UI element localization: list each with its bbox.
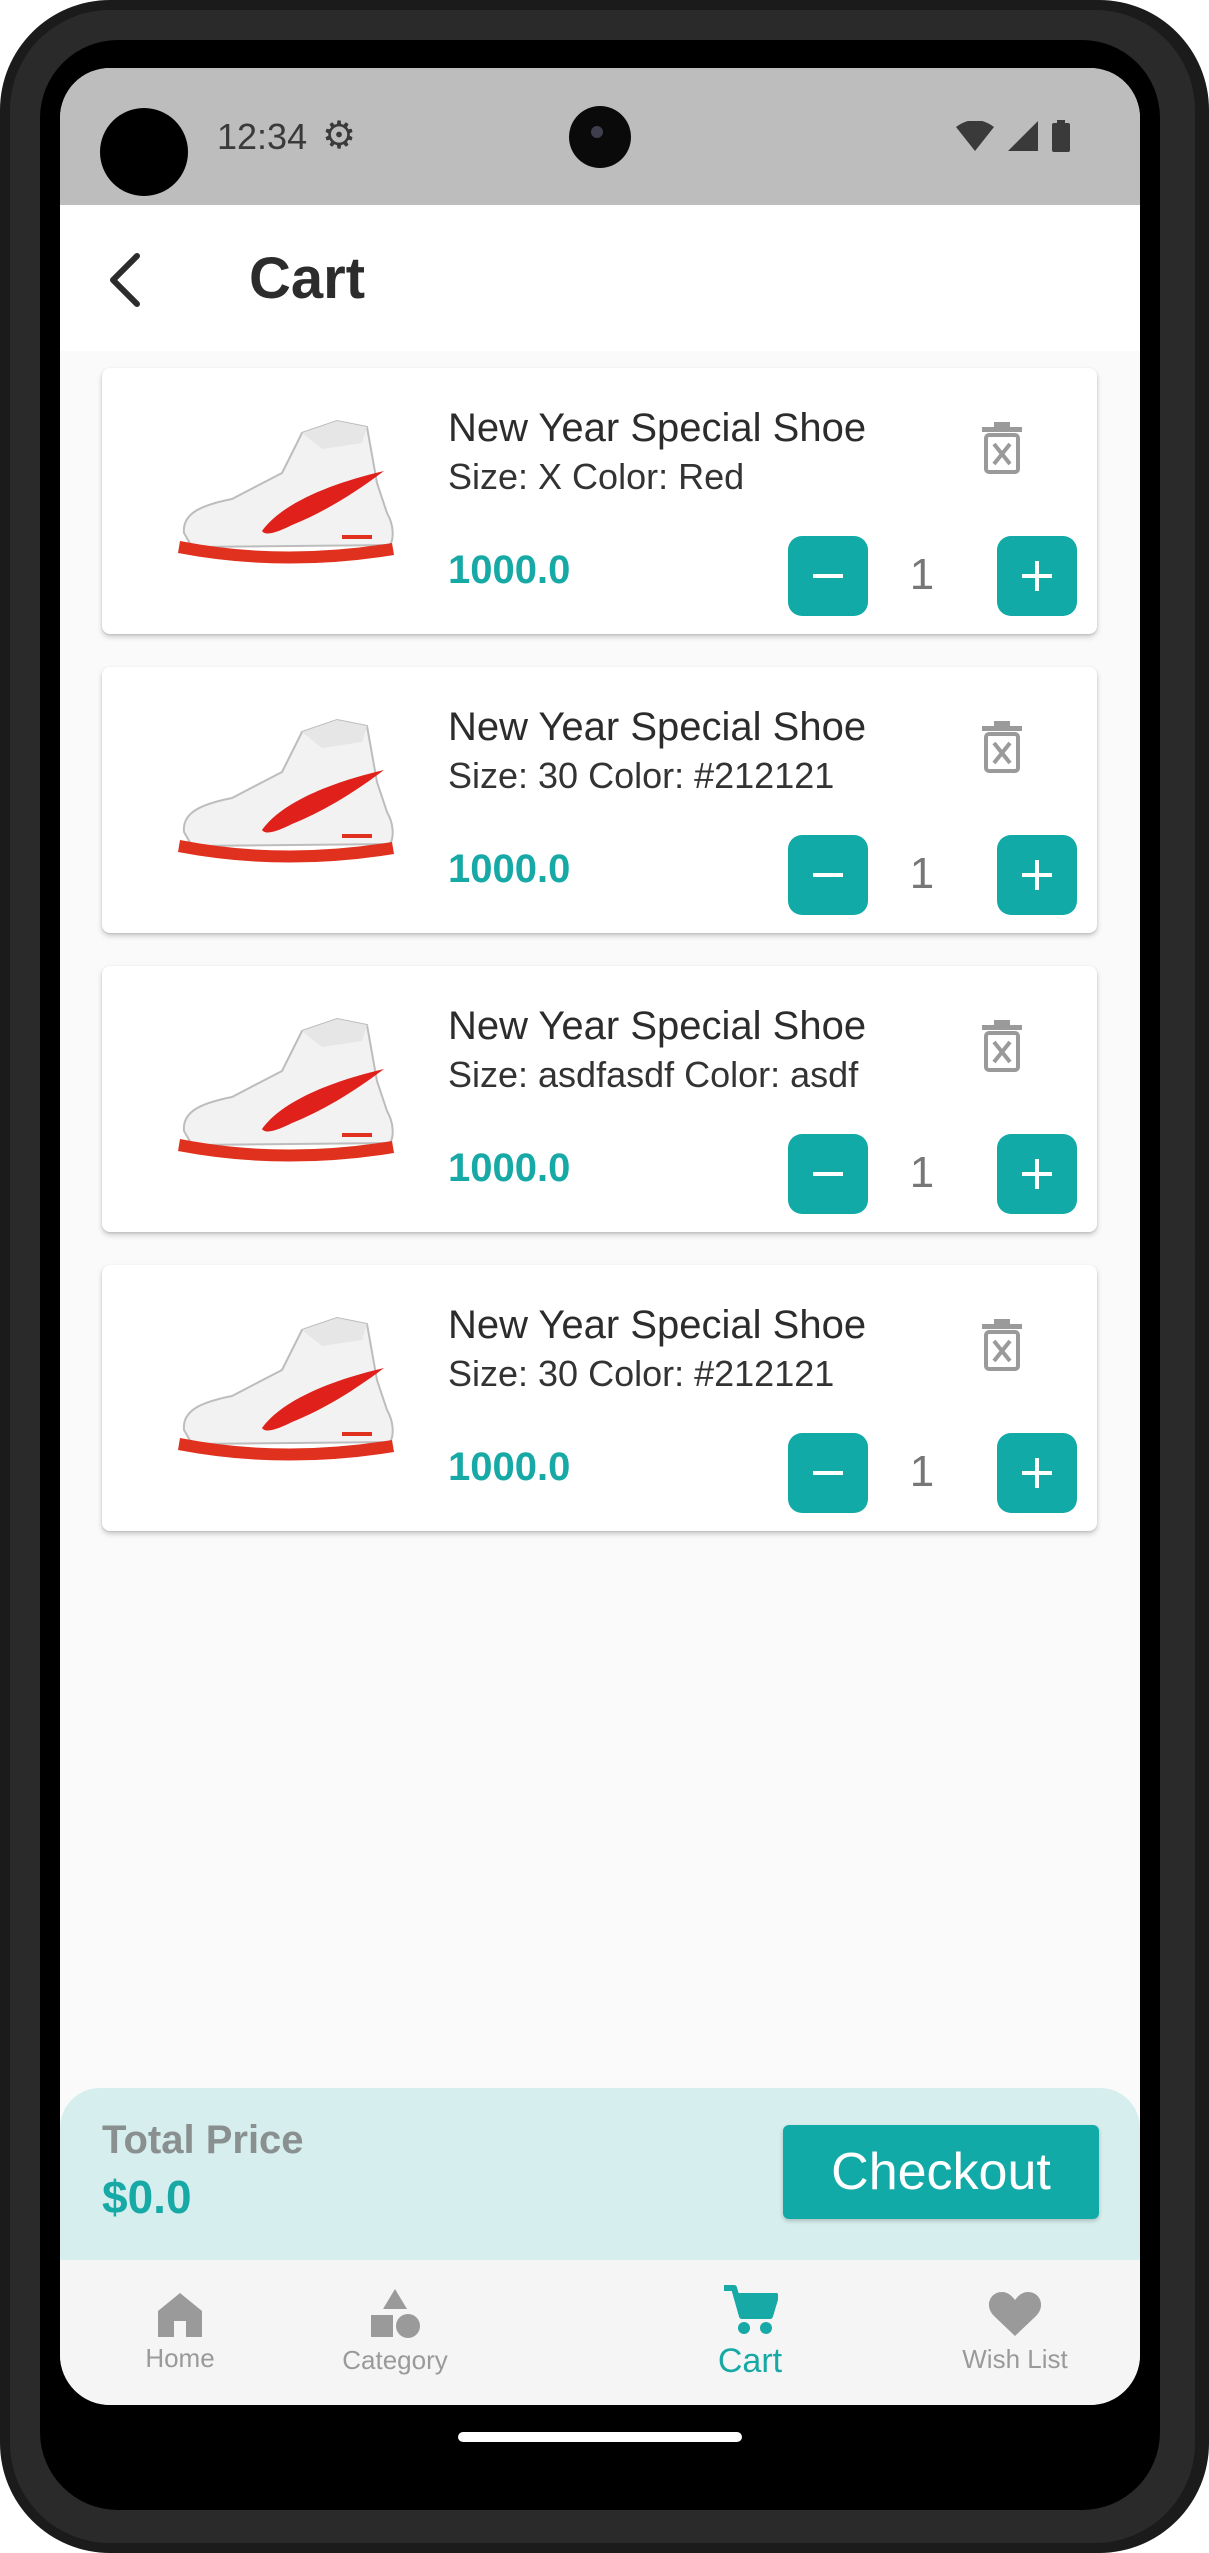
plus-icon: [1022, 1159, 1052, 1189]
delete-icon[interactable]: [980, 1020, 1024, 1072]
decrease-quantity-button[interactable]: [788, 1433, 868, 1513]
decrease-quantity-button[interactable]: [788, 835, 868, 915]
delete-icon[interactable]: [980, 1319, 1024, 1371]
checkout-button[interactable]: Checkout: [783, 2125, 1099, 2219]
shoe-product-image: [178, 419, 394, 564]
page-title: Cart: [249, 246, 366, 311]
minus-icon: [813, 1471, 843, 1475]
arrow-back-icon: [110, 253, 140, 307]
minus-icon: [813, 574, 843, 578]
bottom-nav: Home Category Cart Wish List: [60, 2260, 1140, 2405]
item-variant: Size: 30 Color: #212121: [448, 755, 835, 796]
item-variant: Size: 30 Color: #212121: [448, 1353, 835, 1394]
category-icon: [371, 2289, 420, 2338]
status-icons: [956, 120, 1070, 152]
cart-item-card[interactable]: New Year Special Shoe Size: X Color: Red…: [102, 368, 1097, 634]
item-name: New Year Special Shoe: [448, 705, 867, 749]
nav-category-label: Category: [342, 2345, 448, 2375]
back-button[interactable]: [90, 245, 160, 315]
item-price: 1000.0: [448, 1445, 571, 1489]
screen: 12:34 ⚙ Cart New Year Special Shoe Size:…: [60, 68, 1140, 2405]
minus-icon: [813, 1172, 843, 1176]
delete-icon[interactable]: [980, 721, 1024, 773]
item-quantity: 1: [909, 1447, 935, 1496]
increase-quantity-button[interactable]: [997, 536, 1077, 616]
total-bar: Total Price $0.0 Checkout: [60, 2088, 1140, 2260]
nav-cart[interactable]: Cart: [685, 2260, 815, 2405]
item-name: New Year Special Shoe: [448, 1004, 867, 1048]
home-indicator[interactable]: [458, 2432, 742, 2442]
plus-icon: [1022, 561, 1052, 591]
increase-quantity-button[interactable]: [997, 1134, 1077, 1214]
plus-icon: [1022, 1458, 1052, 1488]
minus-icon: [813, 873, 843, 877]
nav-wishlist-label: Wish List: [962, 2344, 1068, 2374]
battery-icon: [1052, 120, 1070, 152]
item-variant: Size: asdfasdf Color: asdf: [448, 1054, 859, 1095]
camera-dot: [100, 108, 188, 196]
wifi-icon: [956, 121, 994, 151]
shoe-product-image: [178, 1316, 394, 1461]
power-button: [1196, 930, 1206, 1250]
plus-icon: [1022, 860, 1052, 890]
front-camera: [569, 106, 631, 168]
signal-icon: [1008, 121, 1038, 151]
app-bar: Cart: [60, 205, 1140, 351]
item-price: 1000.0: [448, 548, 571, 592]
cart-item-card[interactable]: New Year Special Shoe Size: asdfasdf Col…: [102, 966, 1097, 1232]
cart-item-card[interactable]: New Year Special Shoe Size: 30 Color: #2…: [102, 1265, 1097, 1531]
nav-home-label: Home: [145, 2343, 215, 2373]
status-time: 12:34: [217, 116, 308, 157]
status-bar: 12:34 ⚙: [60, 68, 1140, 205]
settings-gear-icon: ⚙: [322, 115, 357, 157]
decrease-quantity-button[interactable]: [788, 536, 868, 616]
increase-quantity-button[interactable]: [997, 835, 1077, 915]
total-price-label: Total Price: [102, 2118, 304, 2162]
heart-icon: [988, 2292, 1042, 2336]
total-price-value: $0.0: [102, 2171, 192, 2223]
shoe-product-image: [178, 718, 394, 863]
increase-quantity-button[interactable]: [997, 1433, 1077, 1513]
home-icon: [158, 2293, 202, 2337]
nav-home[interactable]: Home: [120, 2260, 240, 2405]
item-quantity: 1: [909, 550, 935, 599]
item-name: New Year Special Shoe: [448, 406, 867, 450]
delete-icon[interactable]: [980, 422, 1024, 474]
decrease-quantity-button[interactable]: [788, 1134, 868, 1214]
item-price: 1000.0: [448, 847, 571, 891]
cart-icon: [724, 2285, 778, 2334]
shoe-product-image: [178, 1017, 394, 1162]
nav-wishlist[interactable]: Wish List: [950, 2260, 1080, 2405]
item-name: New Year Special Shoe: [448, 1303, 867, 1347]
item-price: 1000.0: [448, 1146, 571, 1190]
item-variant: Size: X Color: Red: [448, 456, 745, 497]
cart-item-card[interactable]: New Year Special Shoe Size: 30 Color: #2…: [102, 667, 1097, 933]
item-quantity: 1: [909, 849, 935, 898]
nav-cart-label: Cart: [717, 2342, 783, 2380]
nav-category[interactable]: Category: [315, 2260, 475, 2405]
item-quantity: 1: [909, 1148, 935, 1197]
volume-button: [1196, 640, 1206, 760]
